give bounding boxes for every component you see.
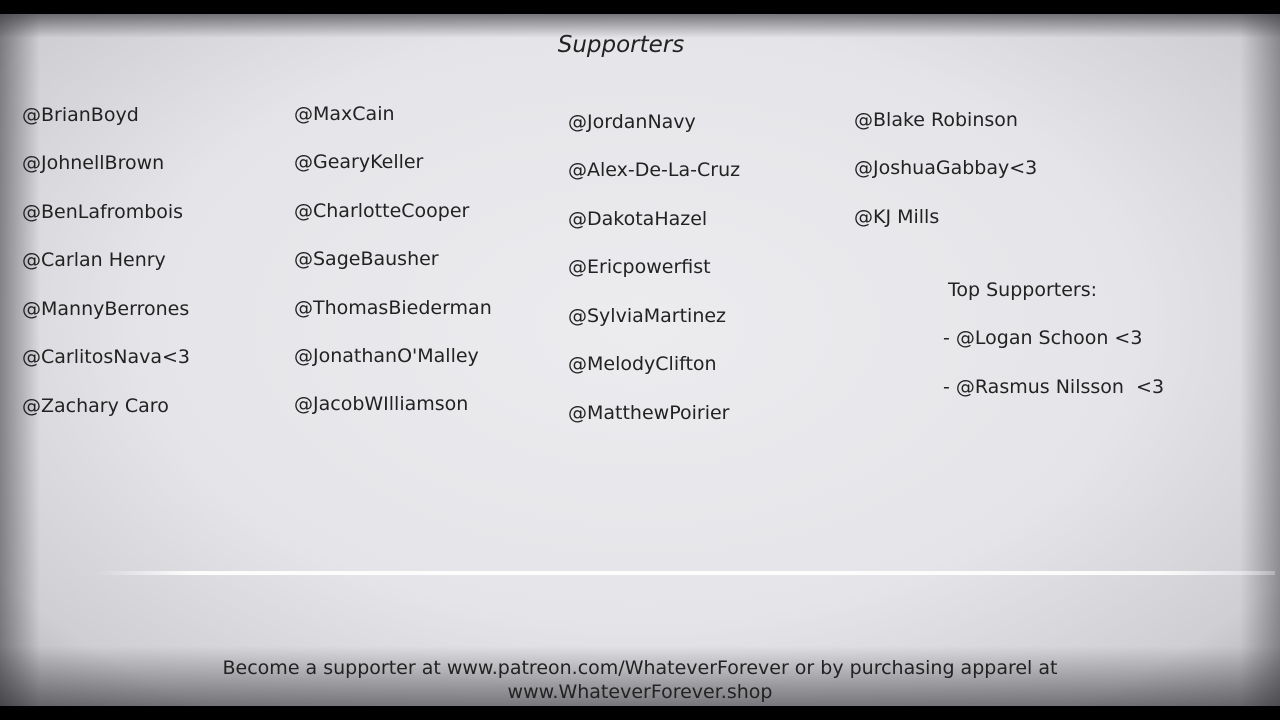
supporter-name: @ThomasBiederman: [294, 297, 492, 319]
supporter-name: @KJ Mills: [854, 206, 940, 228]
footer-message: Become a supporter at www.patreon.com/Wh…: [0, 656, 1280, 704]
credits-screen: Supporters @BrianBoyd @JohnellBrown @Ben…: [0, 14, 1280, 706]
supporter-name: @JacobWIlliamson: [294, 393, 469, 415]
supporter-name: @Ericpowerfist: [568, 256, 711, 278]
footer-line-2: www.WhateverForever.shop: [507, 681, 773, 703]
supporter-name: @CharlotteCooper: [294, 200, 470, 222]
supporter-name: @BrianBoyd: [22, 104, 139, 126]
supporter-name: @Blake Robinson: [854, 109, 1018, 131]
divider-line: [95, 571, 1275, 575]
supporter-name: @Carlan Henry: [22, 249, 166, 271]
supporter-name: @BenLafrombois: [22, 201, 184, 223]
supporter-name: @Alex-De-La-Cruz: [568, 159, 741, 181]
supporter-name: @JoshuaGabbay<3: [854, 157, 1038, 179]
supporter-name: @DakotaHazel: [568, 208, 708, 230]
vignette-right: [1240, 14, 1280, 706]
top-supporter-item: - @Logan Schoon <3: [943, 327, 1143, 349]
supporter-name: @MelodyClifton: [568, 353, 717, 375]
video-frame: Supporters @BrianBoyd @JohnellBrown @Ben…: [0, 0, 1280, 720]
supporter-name: @JohnellBrown: [22, 152, 165, 174]
page-title: Supporters: [557, 32, 685, 58]
supporter-name: @SylviaMartinez: [568, 305, 727, 327]
supporter-name: @SageBausher: [294, 248, 439, 270]
supporter-name: @JonathanO'Malley: [294, 345, 479, 367]
supporter-name: @GearyKeller: [294, 151, 424, 173]
supporter-name: @MannyBerrones: [22, 298, 190, 320]
supporter-name: @JordanNavy: [568, 111, 696, 133]
top-supporter-item: - @Rasmus Nilsson <3: [943, 376, 1165, 398]
footer-line-1: Become a supporter at www.patreon.com/Wh…: [222, 657, 1058, 679]
supporter-name: @MatthewPoirier: [568, 402, 730, 424]
supporter-name: @MaxCain: [294, 103, 395, 125]
top-supporters-heading: Top Supporters:: [948, 279, 1098, 301]
supporter-name: @Zachary Caro: [22, 395, 169, 417]
supporter-name: @CarlitosNava<3: [22, 346, 191, 368]
